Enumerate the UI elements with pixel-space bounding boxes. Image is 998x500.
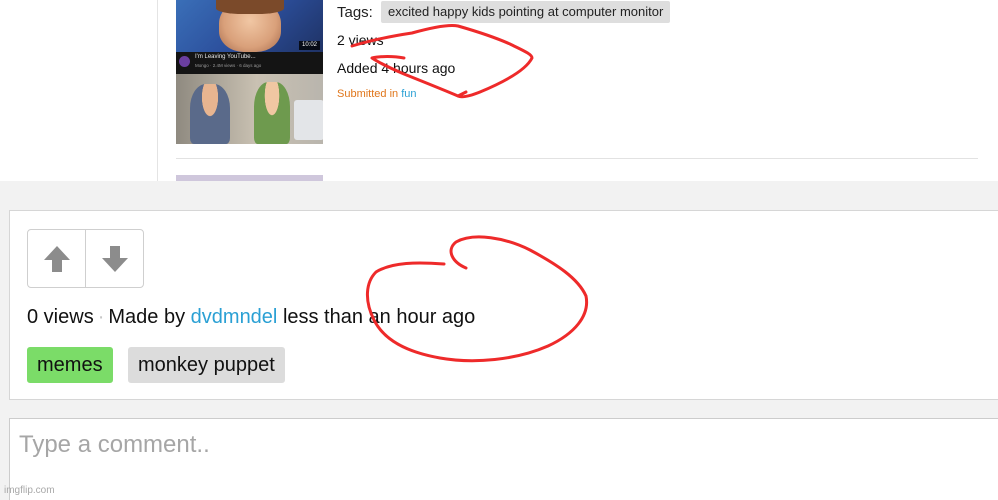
arrow-down-icon: [101, 245, 128, 272]
time-ago: less than an hour ago: [282, 306, 476, 328]
top-screenshot-panel: 10:02 I'm Leaving YouTube... Mongo · 2.4…: [0, 0, 998, 181]
meme-info-panel: 0 views · Made by dvdmndel less than an ho…: [9, 210, 998, 400]
video-meta: Mongo · 2.4M views · 6 days ago: [195, 63, 262, 68]
submitted-prefix: Submitted in: [337, 88, 399, 100]
added-time: Added 4 hours ago: [337, 60, 456, 76]
kids-thumbnail[interactable]: [176, 74, 323, 144]
channel-avatar: [179, 56, 190, 67]
comment-input[interactable]: [9, 418, 998, 500]
video-thumbnail[interactable]: 10:02 I'm Leaving YouTube... Mongo · 2.4…: [176, 0, 323, 74]
hair-shape: [216, 0, 284, 14]
vote-buttons: [27, 229, 144, 288]
kid-figure: [190, 84, 230, 144]
divider: [176, 158, 978, 159]
meme-info-line: 0 views · Made by dvdmndel less than an ho…: [27, 306, 475, 329]
separator-dot: ·: [97, 306, 105, 328]
watermark: imgflip.com: [4, 485, 55, 496]
view-count: 0 views: [27, 306, 94, 328]
monitor-shape: [294, 100, 323, 140]
submitted-line: Submitted in fun: [337, 88, 417, 100]
category-link[interactable]: fun: [401, 88, 416, 100]
tag-memes[interactable]: memes: [27, 347, 113, 383]
arrow-up-icon: [43, 245, 70, 272]
kid-figure: [254, 82, 290, 144]
column-divider: [157, 0, 158, 181]
next-thumbnail[interactable]: [176, 175, 323, 181]
username-link[interactable]: dvdmndel: [191, 306, 278, 328]
downvote-button[interactable]: [85, 230, 143, 287]
tag-chip[interactable]: excited happy kids pointing at computer …: [381, 1, 671, 23]
view-count: 2 views: [337, 32, 384, 48]
tags-label: Tags:: [337, 4, 373, 21]
duration-badge: 10:02: [298, 41, 320, 50]
made-by-label: Made by: [108, 306, 186, 328]
video-title: I'm Leaving YouTube...: [195, 54, 256, 60]
tag-monkey-puppet[interactable]: monkey puppet: [128, 347, 285, 383]
upvote-button[interactable]: [28, 230, 85, 287]
